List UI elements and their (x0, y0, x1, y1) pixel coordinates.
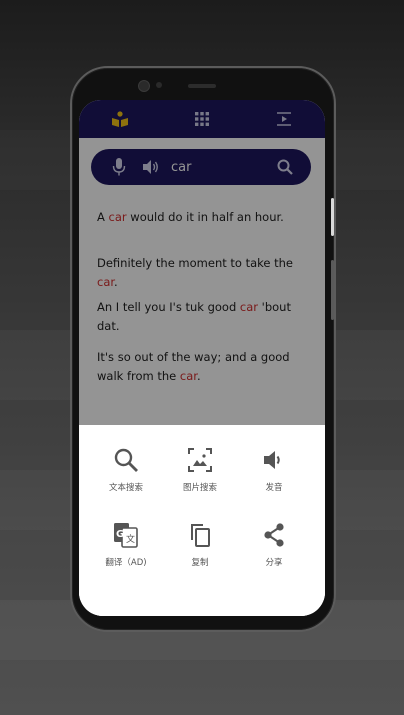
phone-frame: A car would do it in half an hour. Defin… (70, 66, 336, 632)
copy-button[interactable]: 复制 (163, 520, 237, 568)
image-search-icon (185, 445, 215, 475)
camera-icon (138, 80, 150, 92)
translate-icon: G 文 (111, 520, 141, 550)
power-button (331, 198, 334, 236)
action-sheet: 文本搜索 图片搜索 发音 G 文 翻译（AD) 复制 分享 (79, 425, 325, 616)
volume-icon (259, 445, 289, 475)
share-button[interactable]: 分享 (237, 520, 311, 568)
pronounce-button[interactable]: 发音 (237, 445, 311, 493)
earpiece-speaker (188, 84, 216, 88)
modal-scrim[interactable] (79, 100, 325, 425)
svg-text:文: 文 (126, 533, 135, 545)
volume-rocker (331, 260, 334, 320)
app-screen: A car would do it in half an hour. Defin… (79, 100, 325, 616)
copy-icon (185, 520, 215, 550)
svg-text:G: G (116, 529, 124, 540)
text-search-button[interactable]: 文本搜索 (89, 445, 163, 493)
image-search-button[interactable]: 图片搜索 (163, 445, 237, 493)
search-icon (111, 445, 141, 475)
sensor-icon (156, 82, 162, 88)
translate-button[interactable]: G 文 翻译（AD) (89, 520, 163, 568)
share-icon (259, 520, 289, 550)
